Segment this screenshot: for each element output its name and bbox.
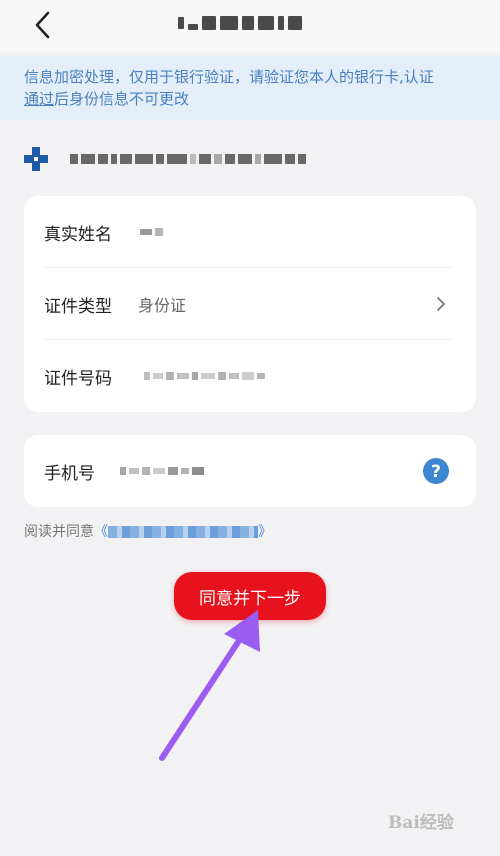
real-name-label: 真实姓名 <box>44 224 112 245</box>
nav-header <box>0 0 500 52</box>
phone-row[interactable]: 手机号 ? <box>24 435 476 507</box>
help-question-icon[interactable]: ? <box>422 457 450 485</box>
privacy-notice-banner: 信息加密处理，仅用于银行验证，请验证您本人的银行卡,认证 通过后身份信息不可更改 <box>0 56 500 120</box>
back-arrow-icon[interactable] <box>28 8 58 42</box>
page-title-pixelated <box>178 14 324 32</box>
id-type-value: 身份证 <box>138 296 187 315</box>
svg-text:?: ? <box>431 462 441 482</box>
id-type-label: 证件类型 <box>44 296 112 317</box>
bank-logo-icon <box>24 147 48 171</box>
watermark-text: Bai经验 <box>388 812 454 833</box>
agreement-row: 阅读并同意《》 <box>24 521 272 541</box>
id-type-row[interactable]: 证件类型 身份证 <box>24 268 476 340</box>
id-number-row[interactable]: 证件号码 <box>24 340 476 412</box>
notice-link[interactable]: 通过 <box>24 90 54 108</box>
baidu-jingyan-watermark: Bai经验 <box>388 800 494 840</box>
notice-line-1: 信息加密处理，仅用于银行验证，请验证您本人的银行卡,认证 <box>24 68 434 86</box>
bank-name-pixelated <box>70 154 306 164</box>
phone-label: 手机号 <box>44 463 95 484</box>
annotation-arrow-icon <box>159 610 260 761</box>
real-name-row[interactable]: 真实姓名 <box>24 196 476 268</box>
agree-next-button[interactable]: 同意并下一步 <box>174 572 326 620</box>
agreement-link-pixelated[interactable]: 《》 <box>94 524 272 540</box>
notice-line-2: 通过后身份信息不可更改 <box>24 88 476 110</box>
phone-info-card: 手机号 ? <box>24 435 476 507</box>
id-number-label: 证件号码 <box>44 368 112 389</box>
real-name-value-pixelated <box>140 228 163 236</box>
agreement-prefix: 阅读并同意 <box>24 524 94 540</box>
phone-value-pixelated <box>120 467 204 475</box>
notice-line-2-text: 后身份信息不可更改 <box>54 90 190 108</box>
chevron-right-icon <box>437 297 445 311</box>
bank-info-row <box>24 146 384 172</box>
id-number-value-pixelated <box>144 372 265 380</box>
identity-info-card: 真实姓名 证件类型 身份证 证件号码 <box>24 196 476 412</box>
